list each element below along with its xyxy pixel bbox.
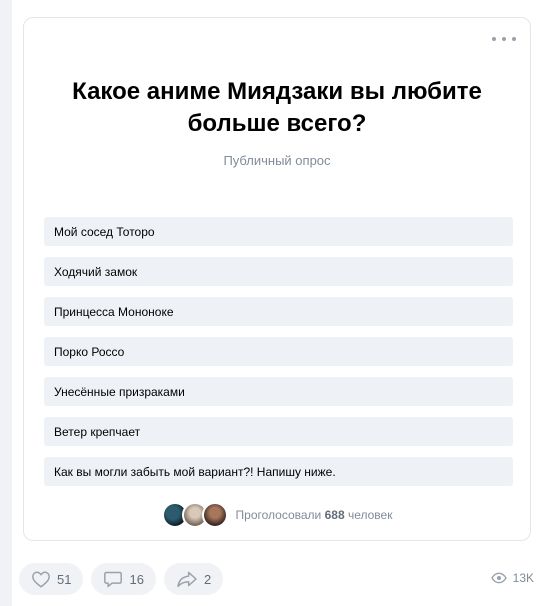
share-button[interactable]: 2: [163, 563, 224, 595]
views-count: 13K: [512, 571, 534, 585]
heart-icon: [32, 571, 50, 588]
voters-count: 688: [324, 508, 345, 522]
voters-summary[interactable]: Проголосовали 688 человек: [24, 502, 530, 528]
eye-icon: [490, 572, 507, 584]
poll-type-label: Публичный опрос: [223, 153, 331, 168]
share-count: 2: [203, 571, 212, 587]
post-actions: 51 16 2: [19, 563, 231, 595]
poll-option[interactable]: Ветер крепчает: [44, 417, 513, 446]
share-icon: [177, 571, 197, 588]
comment-button[interactable]: 16: [91, 563, 156, 595]
like-count: 51: [57, 571, 72, 587]
comment-icon: [104, 571, 123, 588]
more-dots-icon[interactable]: [492, 32, 516, 46]
voter-avatars: [161, 502, 228, 528]
avatar: [201, 502, 228, 528]
poll-option[interactable]: Как вы могли забыть мой вариант?! Напишу…: [44, 457, 513, 486]
poll-option[interactable]: Мой сосед Тоторо: [44, 217, 513, 246]
poll-option[interactable]: Унесённые призраками: [44, 377, 513, 406]
poll-option[interactable]: Порко Россо: [44, 337, 513, 366]
poll-title: Какое аниме Миядзаки вы любите больше вс…: [72, 78, 482, 137]
views-counter: 13K: [490, 571, 534, 585]
voters-prefix: Проголосовали: [235, 508, 322, 522]
poll-option[interactable]: Ходячий замок: [44, 257, 513, 286]
poll-option[interactable]: Принцесса Мононоке: [44, 297, 513, 326]
like-button[interactable]: 51: [19, 563, 84, 595]
comment-count: 16: [129, 571, 144, 587]
post-page: Какое аниме Миядзаки вы любите больше вс…: [0, 0, 552, 606]
poll-options: Мой сосед Тоторо Ходячий замок Принцесса…: [44, 217, 513, 497]
poll-card: Какое аниме Миядзаки вы любите больше вс…: [23, 17, 531, 541]
voters-suffix: человек: [347, 508, 393, 522]
page-gutter: [0, 0, 12, 606]
